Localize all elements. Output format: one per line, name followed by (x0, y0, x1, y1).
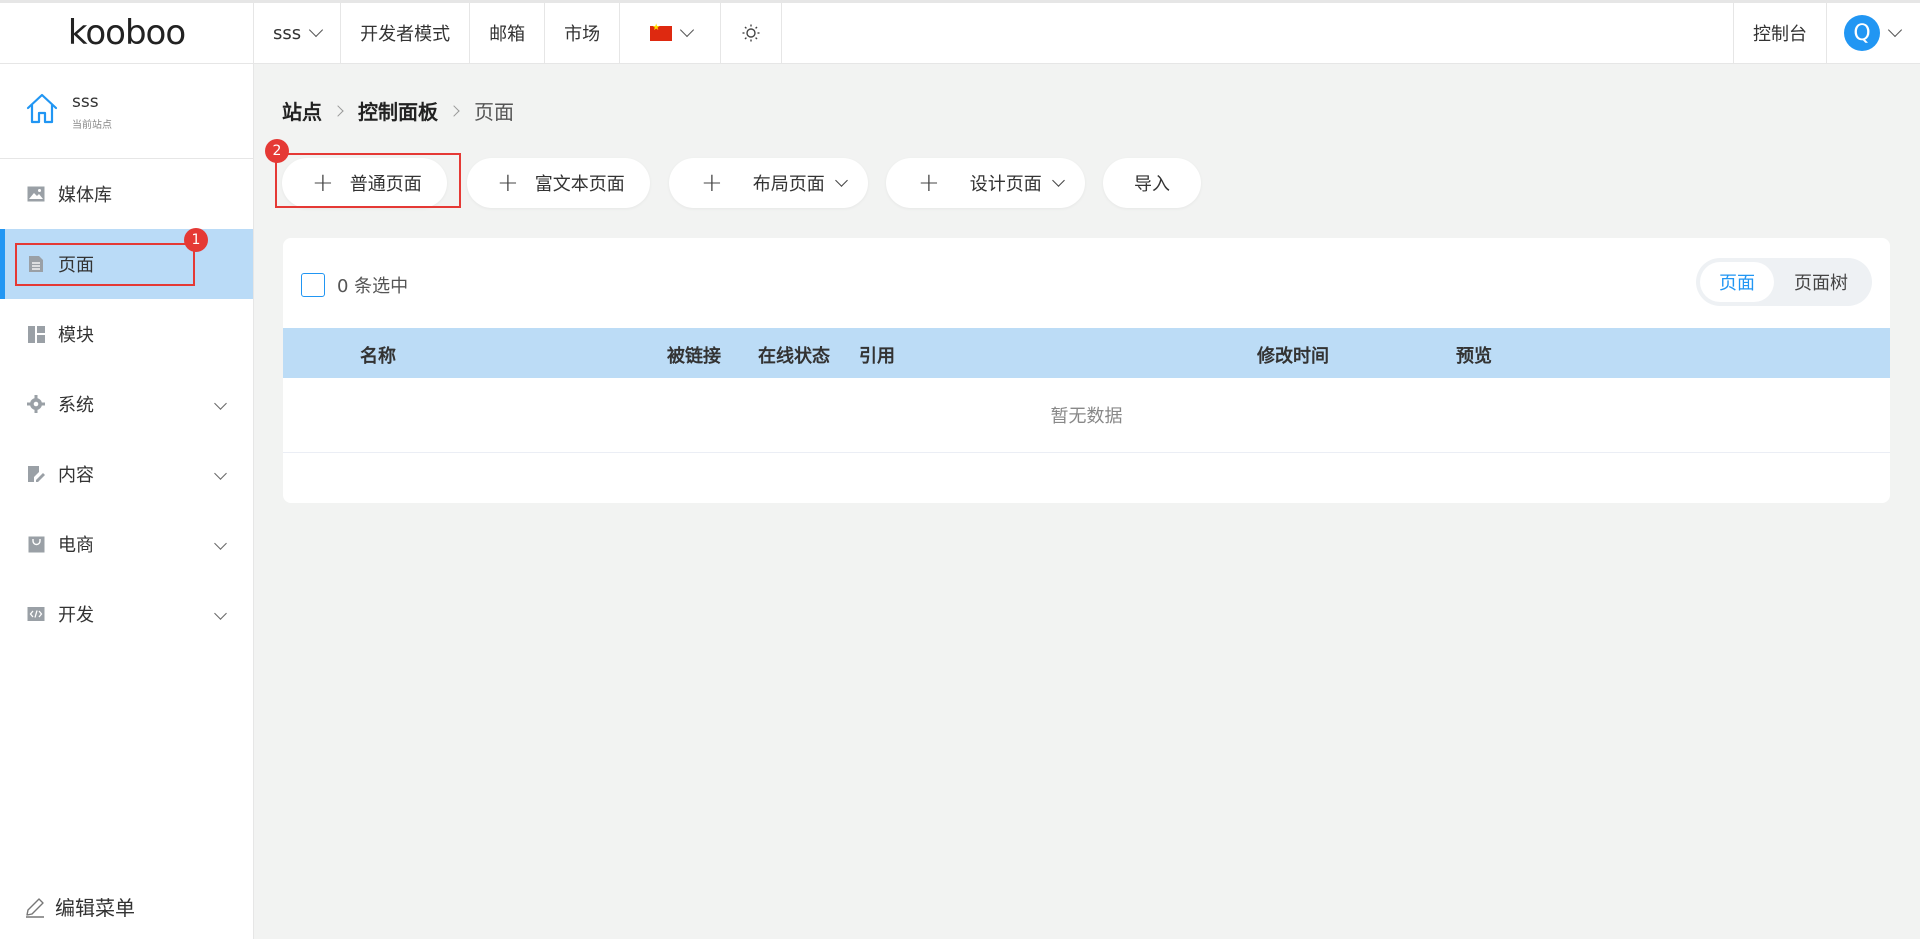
sidebar-item-system[interactable]: 系统 (0, 369, 253, 439)
chevron-down-icon (309, 22, 324, 38)
market-link[interactable]: 市场 (545, 3, 621, 63)
new-layout-page-label: 布局页面 (752, 174, 825, 195)
chevron-down-icon (680, 22, 695, 38)
mailbox-label: 邮箱 (489, 24, 526, 45)
theme-toggle[interactable] (721, 3, 783, 63)
sidebar-item-media[interactable]: 媒体库 (0, 159, 253, 229)
sidebar-item-label: 系统 (58, 395, 94, 416)
pencil-icon (24, 896, 46, 918)
gear-icon (27, 395, 45, 413)
edit-menu-button[interactable]: 编辑菜单 (24, 892, 135, 921)
column-header-references[interactable]: 引用 (859, 342, 895, 368)
chevron-down-icon (1887, 22, 1903, 38)
breadcrumb-dashboard[interactable]: 控制面板 (358, 96, 438, 125)
step-badge: 2 (265, 139, 289, 163)
sidebar-item-label: 电商 (58, 535, 94, 556)
china-flag-icon (650, 23, 673, 41)
highlight-box (275, 153, 461, 208)
code-icon (27, 605, 45, 623)
chevron-down-icon (1051, 174, 1065, 187)
column-header-modified-time[interactable]: 修改时间 (1257, 342, 1329, 368)
chevron-right-icon (332, 104, 344, 117)
sidebar-item-label: 模块 (58, 325, 94, 346)
highlight-box (15, 243, 195, 286)
view-toggle-pages[interactable]: 页面 (1700, 262, 1774, 302)
new-rich-text-page-label: 富文本页面 (534, 174, 625, 195)
import-button[interactable]: 导入 (1103, 158, 1201, 208)
sidebar: sss 当前站点 媒体库 页面 模块 系统 内容 电商 开发 编辑菜单 (0, 64, 254, 939)
new-design-page-label: 设计页面 (969, 174, 1042, 195)
chevron-down-icon (834, 174, 848, 187)
site-name: sss (72, 91, 99, 112)
import-label: 导入 (1134, 174, 1170, 195)
language-selector[interactable] (620, 3, 722, 63)
breadcrumb-pages: 页面 (474, 100, 514, 124)
sidebar-item-label: 内容 (58, 465, 94, 486)
developer-mode-label: 开发者模式 (360, 24, 451, 45)
view-toggle: 页面 页面树 (1696, 258, 1872, 306)
edit-document-icon (27, 465, 45, 483)
home-icon (24, 91, 60, 131)
column-header-linked[interactable]: 被链接 (667, 342, 721, 368)
column-header-preview[interactable]: 预览 (1456, 342, 1492, 368)
market-label: 市场 (564, 24, 601, 45)
developer-mode-link[interactable]: 开发者模式 (341, 3, 471, 63)
header-spacer (782, 3, 1733, 63)
plus-icon: + (497, 168, 519, 198)
mailbox-link[interactable]: 邮箱 (470, 3, 546, 63)
sidebar-item-ecommerce[interactable]: 电商 (0, 509, 253, 579)
top-navbar: kooboo sss 开发者模式 邮箱 市场 控制台 Q (0, 0, 1920, 64)
module-icon (27, 325, 45, 343)
user-menu[interactable]: Q (1827, 3, 1920, 63)
shopping-bag-icon (27, 535, 45, 553)
site-selector[interactable]: sss (254, 3, 342, 63)
image-icon (27, 185, 45, 203)
empty-state: 暂无数据 (283, 378, 1890, 453)
table-header: 名称 被链接 在线状态 引用 修改时间 预览 (283, 328, 1890, 378)
column-header-name[interactable]: 名称 (360, 342, 396, 368)
step-badge: 1 (184, 228, 208, 252)
sidebar-item-content[interactable]: 内容 (0, 439, 253, 509)
plus-icon: + (918, 168, 940, 198)
console-link[interactable]: 控制台 (1733, 3, 1827, 63)
sidebar-item-develop[interactable]: 开发 (0, 579, 253, 649)
sun-icon (741, 23, 761, 43)
select-all-checkbox[interactable] (301, 273, 325, 297)
plus-icon: + (701, 168, 723, 198)
sidebar-item-label: 媒体库 (58, 185, 112, 206)
avatar: Q (1844, 15, 1880, 51)
console-label: 控制台 (1753, 24, 1807, 45)
new-design-page-button[interactable]: + 设计页面 (886, 158, 1085, 208)
current-site[interactable]: sss 当前站点 (0, 64, 253, 159)
chevron-down-icon (214, 397, 227, 410)
breadcrumb: 站点 控制面板 页面 (282, 96, 514, 125)
breadcrumb-site[interactable]: 站点 (282, 96, 322, 125)
column-header-online-status[interactable]: 在线状态 (758, 342, 830, 368)
chevron-down-icon (214, 607, 227, 620)
sidebar-item-label: 开发 (58, 605, 94, 626)
logo-text: kooboo (67, 13, 186, 53)
empty-text: 暂无数据 (1050, 406, 1123, 427)
site-subtitle: 当前站点 (72, 119, 112, 131)
selected-count: 0 条选中 (337, 276, 409, 297)
view-toggle-page-tree[interactable]: 页面树 (1774, 262, 1868, 302)
new-layout-page-button[interactable]: + 布局页面 (669, 158, 868, 208)
site-selector-label: sss (273, 22, 302, 44)
kooboo-logo[interactable]: kooboo (0, 3, 254, 63)
chevron-right-icon (448, 104, 460, 117)
new-rich-text-page-button[interactable]: + 富文本页面 (467, 158, 650, 208)
chevron-down-icon (214, 467, 227, 480)
chevron-down-icon (214, 537, 227, 550)
selection-bar: 0 条选中 (301, 272, 408, 298)
pages-table-card: 0 条选中 页面 页面树 名称 被链接 在线状态 引用 修改时间 预览 暂无数据 (283, 238, 1890, 503)
edit-menu-label: 编辑菜单 (55, 896, 135, 920)
sidebar-item-modules[interactable]: 模块 (0, 299, 253, 369)
